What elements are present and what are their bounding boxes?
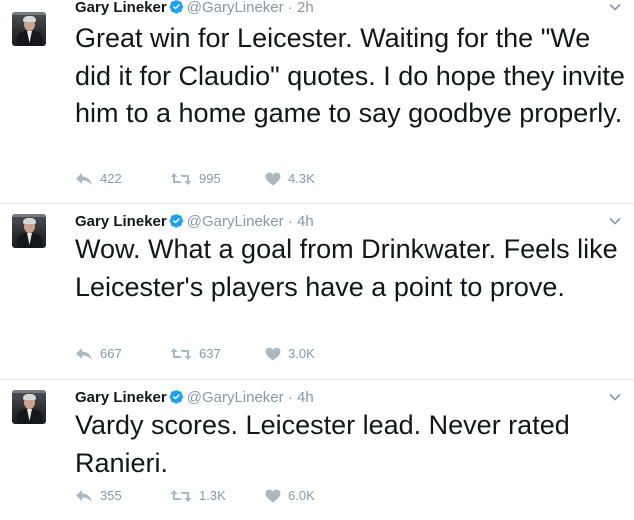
tweet-actions: 422 995 4.3K xyxy=(75,171,360,187)
reply-button[interactable]: 355 xyxy=(75,488,170,504)
reply-icon xyxy=(76,490,92,502)
reply-count: 667 xyxy=(100,346,122,361)
tweet[interactable]: Gary Lineker @GaryLineker · 2h Great win … xyxy=(0,0,634,204)
tweet-actions: 667 637 3.0K xyxy=(75,346,360,362)
avatar[interactable] xyxy=(12,214,46,248)
reply-button[interactable]: 667 xyxy=(75,346,170,362)
author-handle[interactable]: @GaryLineker xyxy=(187,389,284,406)
avatar[interactable] xyxy=(12,12,46,46)
avatar[interactable] xyxy=(12,390,46,424)
chevron-down-icon[interactable] xyxy=(608,214,622,228)
retweet-button[interactable]: 1.3K xyxy=(170,488,265,504)
retweet-button[interactable]: 995 xyxy=(170,171,265,187)
like-count: 6.0K xyxy=(288,488,315,503)
like-button[interactable]: 3.0K xyxy=(265,346,360,362)
like-count: 3.0K xyxy=(288,346,315,361)
timestamp[interactable]: 4h xyxy=(297,389,314,406)
tweet[interactable]: Gary Lineker @GaryLineker · 4h Vardy scor… xyxy=(0,380,634,520)
heart-icon xyxy=(265,172,281,186)
like-button[interactable]: 6.0K xyxy=(265,488,360,504)
retweet-count: 637 xyxy=(199,346,221,361)
reply-icon xyxy=(76,173,92,185)
timestamp[interactable]: 2h xyxy=(297,0,314,16)
chevron-down-icon[interactable] xyxy=(608,390,622,404)
verified-badge-icon xyxy=(169,0,183,14)
tweet-header: Gary Lineker @GaryLineker · 4h xyxy=(75,213,314,230)
reply-button[interactable]: 422 xyxy=(75,171,170,187)
author-name[interactable]: Gary Lineker xyxy=(75,0,167,16)
author-name[interactable]: Gary Lineker xyxy=(75,213,167,230)
timestamp[interactable]: 4h xyxy=(297,213,314,230)
tweet[interactable]: Gary Lineker @GaryLineker · 4h Wow. What … xyxy=(0,204,634,380)
author-handle[interactable]: @GaryLineker xyxy=(187,213,284,230)
tweet-actions: 355 1.3K 6.0K xyxy=(75,488,360,504)
retweet-count: 1.3K xyxy=(199,488,226,503)
retweet-count: 995 xyxy=(199,171,221,186)
chevron-down-icon[interactable] xyxy=(608,0,622,14)
reply-count: 422 xyxy=(100,171,122,186)
tweet-text: Great win for Leicester. Waiting for the… xyxy=(75,23,625,128)
tweet-header: Gary Lineker @GaryLineker · 4h xyxy=(75,389,314,406)
like-count: 4.3K xyxy=(288,171,315,186)
retweet-icon xyxy=(170,173,192,185)
retweet-icon xyxy=(170,490,192,502)
like-button[interactable]: 4.3K xyxy=(265,171,360,187)
retweet-icon xyxy=(170,348,192,360)
reply-icon xyxy=(76,348,92,360)
reply-count: 355 xyxy=(100,488,122,503)
heart-icon xyxy=(265,489,281,503)
verified-badge-icon xyxy=(169,390,183,404)
retweet-button[interactable]: 637 xyxy=(170,346,265,362)
verified-badge-icon xyxy=(169,214,183,228)
tweet-header: Gary Lineker @GaryLineker · 2h xyxy=(75,0,314,16)
heart-icon xyxy=(265,347,281,361)
tweet-text: Vardy scores. Leicester lead. Never rate… xyxy=(75,410,570,478)
author-name[interactable]: Gary Lineker xyxy=(75,389,167,406)
tweet-text: Wow. What a goal from Drinkwater. Feels … xyxy=(75,234,618,302)
author-handle[interactable]: @GaryLineker xyxy=(187,0,284,16)
